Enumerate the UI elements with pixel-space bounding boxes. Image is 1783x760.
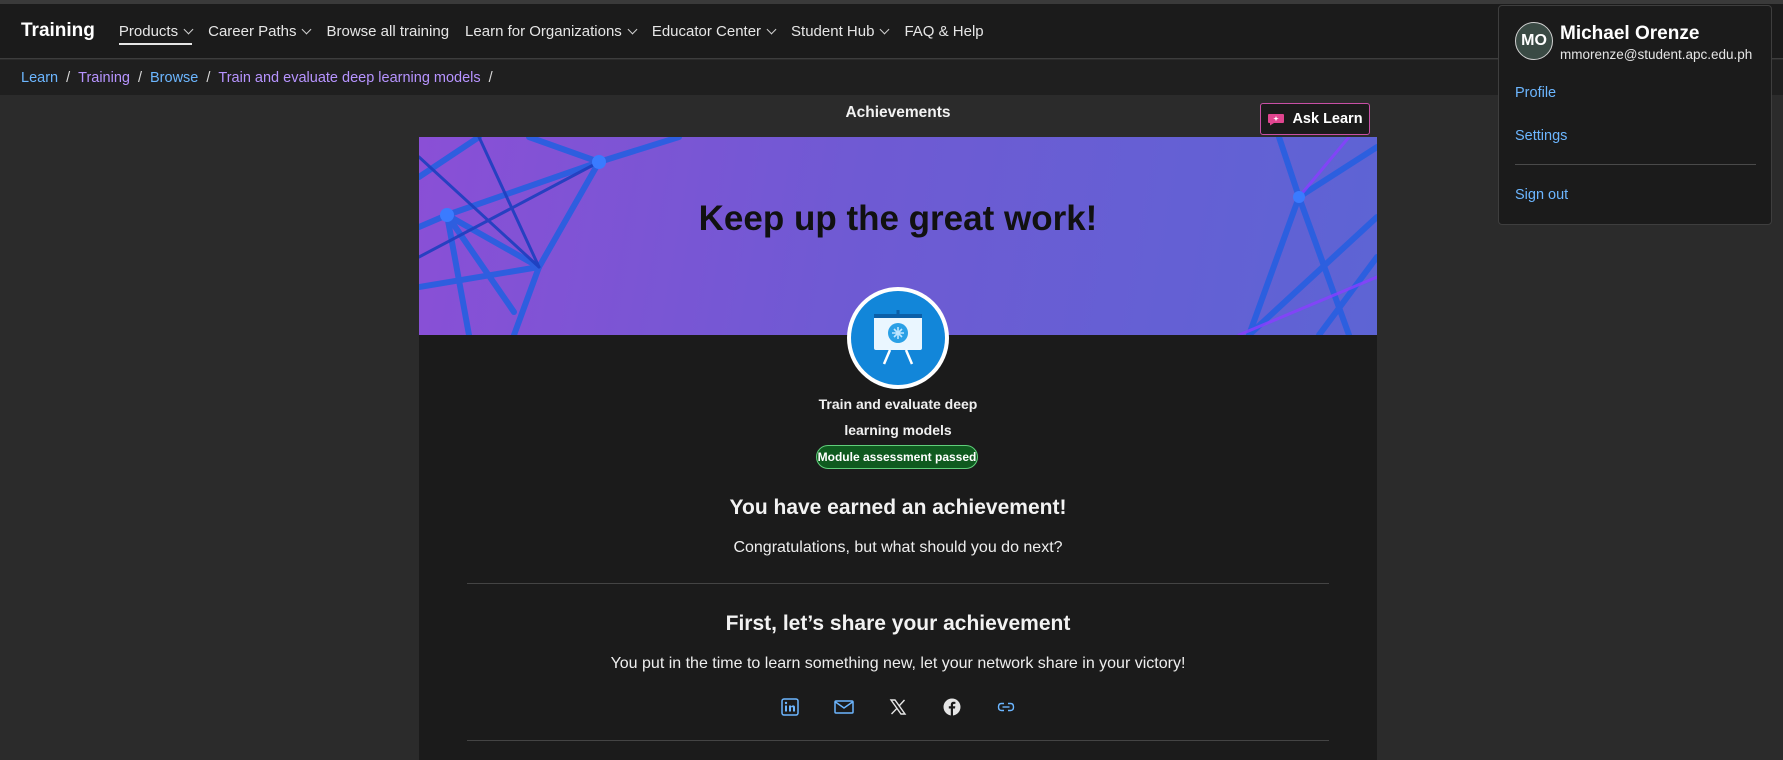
link-icon (997, 702, 1015, 712)
page-title: Achievements (845, 104, 951, 121)
breadcrumb-separator: / (206, 69, 211, 86)
breadcrumb-separator: / (488, 69, 493, 86)
chevron-down-icon (302, 24, 312, 34)
status-badge: Module assessment passed (816, 445, 978, 469)
nav-label: Browse all training (326, 22, 450, 40)
module-title: Train and evaluate deep learning models (419, 391, 1377, 443)
share-heading: First, let’s share your achievement (725, 612, 1071, 635)
share-facebook-button[interactable] (940, 695, 964, 719)
nav-label: Student Hub (791, 22, 875, 40)
banner-heading: Keep up the great work! (698, 199, 1098, 238)
nav-label: Products (118, 22, 179, 40)
module-title-line: Train and evaluate deep (818, 396, 978, 412)
profile-dropdown: MO Michael Orenze mmorenze@student.apc.e… (1498, 5, 1772, 225)
breadcrumb-module[interactable]: Train and evaluate deep learning models (218, 70, 480, 86)
nav-career-paths[interactable]: Career Paths (208, 4, 312, 59)
share-x-button[interactable] (886, 695, 910, 719)
nav-label: Career Paths (208, 22, 297, 40)
share-buttons (419, 695, 1377, 719)
chevron-down-icon (627, 24, 638, 34)
x-icon (889, 699, 907, 715)
breadcrumb-separator: / (137, 69, 143, 86)
breadcrumb-training[interactable]: Training (78, 70, 130, 86)
share-text: You put in the time to learn something n… (610, 655, 1186, 672)
nav-educator-center[interactable]: Educator Center (651, 4, 777, 59)
avatar: MO (1515, 22, 1553, 60)
copilot-icon (1268, 114, 1285, 126)
mail-icon (834, 700, 854, 714)
breadcrumb-browse[interactable]: Browse (150, 70, 198, 86)
ask-learn-button[interactable]: Ask Learn (1260, 103, 1370, 135)
chevron-down-icon (183, 24, 194, 34)
chevron-down-icon (880, 24, 890, 34)
nav-label: FAQ & Help (904, 22, 984, 40)
settings-link[interactable]: Settings (1515, 128, 1567, 144)
presentation-board-icon (874, 310, 922, 365)
achievement-card: Keep up the great work! Train and evalua… (419, 137, 1377, 760)
achievement-badge (847, 287, 949, 389)
linkedin-icon (781, 698, 799, 716)
profile-email: mmorenze@student.apc.edu.ph (1560, 47, 1753, 62)
nav-label: Learn for Organizations (465, 22, 622, 40)
nav-products[interactable]: Products (118, 4, 194, 59)
chevron-down-icon (766, 24, 777, 34)
brand-title[interactable]: Training (21, 20, 95, 42)
nav-browse-all-training[interactable]: Browse all training (326, 4, 449, 59)
nav-learn-for-organizations[interactable]: Learn for Organizations (465, 4, 638, 59)
facebook-icon (943, 698, 961, 716)
nav-label: Educator Center (651, 22, 762, 40)
sign-out-link[interactable]: Sign out (1515, 187, 1568, 203)
copy-link-button[interactable] (994, 695, 1018, 719)
breadcrumb-separator: / (66, 69, 71, 86)
divider (467, 583, 1329, 584)
ask-learn-label: Ask Learn (1292, 111, 1363, 127)
profile-name: Michael Orenze (1560, 23, 1700, 44)
congrats-text: Congratulations, but what should you do … (733, 539, 1063, 556)
breadcrumb-learn[interactable]: Learn (21, 70, 58, 86)
nav-student-hub[interactable]: Student Hub (791, 4, 890, 59)
share-email-button[interactable] (832, 695, 856, 719)
profile-link[interactable]: Profile (1515, 85, 1556, 101)
achievement-heading: You have earned an achievement! (729, 496, 1067, 519)
divider (467, 740, 1329, 741)
share-linkedin-button[interactable] (778, 695, 802, 719)
menu-divider (1515, 164, 1756, 165)
nav-faq-help[interactable]: FAQ & Help (904, 4, 983, 59)
module-title-line: learning models (844, 422, 952, 438)
